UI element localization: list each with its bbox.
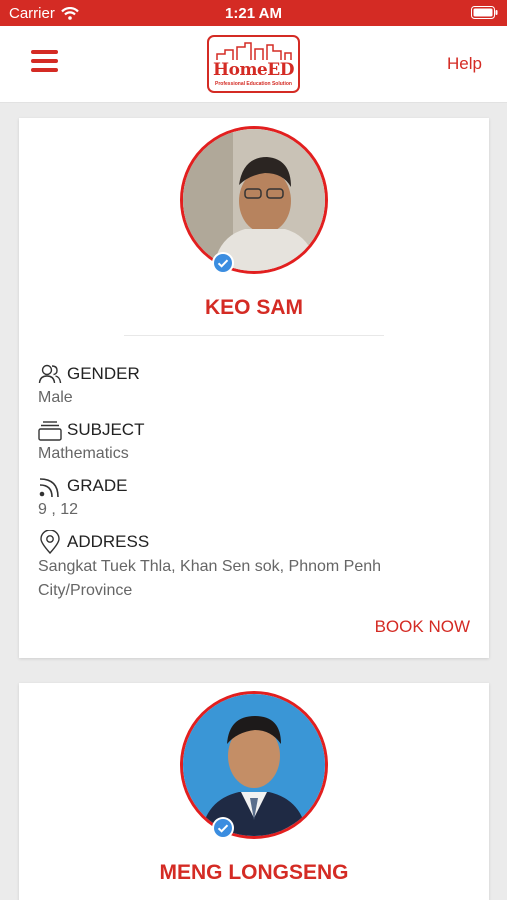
tutor-name: MENG LONGSENG [159, 861, 349, 884]
grade-label: GRADE [67, 476, 128, 495]
verified-badge-icon [212, 817, 234, 839]
gender-label: GENDER [67, 364, 140, 383]
menu-button[interactable] [31, 50, 58, 74]
signal-icon [39, 478, 59, 497]
logo-text: HomeED [213, 60, 294, 80]
tutor-name: KEO SAM [204, 296, 303, 319]
help-link[interactable]: Help [447, 54, 482, 74]
hamburger-icon-line [31, 59, 58, 63]
navigation-bar: HomeED Professional Education Solution H… [0, 26, 507, 103]
grade-value: 9 , 12 [38, 501, 79, 518]
tutor-avatar [180, 691, 328, 839]
address-label: ADDRESS [67, 532, 150, 551]
books-icon [38, 421, 62, 441]
address-value: Sangkat Tuek Thla, Khan Sen sok, Phnom P… [38, 558, 382, 599]
status-bar: Carrier 1:21 AM [0, 0, 507, 26]
logo-tagline: Professional Education Solution [215, 81, 292, 87]
address-row: ADDRESS [38, 530, 149, 554]
tutor-card[interactable]: MENG LONGSENG [19, 683, 489, 900]
subject-row: SUBJECT [38, 419, 144, 441]
building-skyline-icon [216, 42, 292, 60]
gender-row: GENDER [38, 363, 140, 385]
gender-value: Male [38, 389, 73, 406]
battery-icon [471, 6, 498, 23]
location-pin-icon [40, 530, 60, 554]
hamburger-icon-line [31, 50, 58, 54]
verified-badge-icon [212, 252, 234, 274]
tutor-card[interactable]: KEO SAM GENDER Male SUBJECT Mathematics … [19, 118, 489, 658]
users-icon [38, 364, 62, 384]
homeed-logo: HomeED Professional Education Solution [207, 35, 300, 93]
status-time: 1:21 AM [225, 5, 282, 22]
tutor-avatar [180, 126, 328, 274]
subject-label: SUBJECT [67, 420, 145, 439]
divider [124, 335, 384, 336]
grade-row: GRADE [38, 475, 127, 497]
book-now-button[interactable]: BOOK NOW [375, 617, 470, 637]
hamburger-icon-line [31, 68, 58, 72]
subject-value: Mathematics [38, 445, 129, 462]
